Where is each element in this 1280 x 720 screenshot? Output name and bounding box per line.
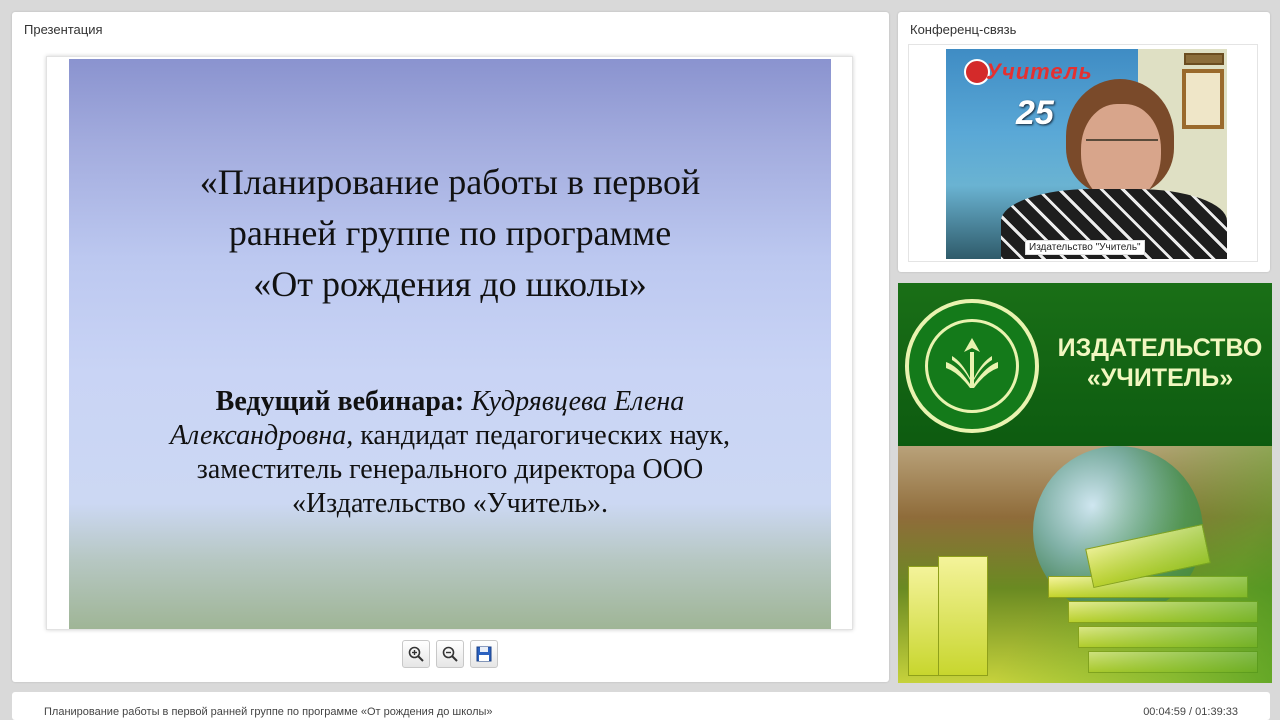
zoom-in-icon [408,646,424,662]
slide-title-line: «Планирование работы в первой [199,162,701,202]
slide-title-line: «От рождения до школы» [253,264,647,304]
banner-image [898,446,1272,683]
save-button[interactable] [470,640,498,668]
floppy-save-icon [476,646,492,662]
publisher-banner: ИЗДАТЕЛЬСТВО «УЧИТЕЛЬ» [898,283,1272,683]
slide-title-line: ранней группе по программе [228,213,672,253]
presentation-panel: Презентация «Планирование работы в перво… [12,12,889,682]
speaker-glasses [1086,139,1158,159]
conference-panel: Конференц-связь Учитель 25 [898,12,1270,272]
publisher-logo-icon [905,299,1039,433]
poster-logo-text: Учитель [986,59,1093,84]
presenter-name: Александровна, [169,420,354,451]
presenter-label: Ведущий вебинара: [215,386,465,417]
zoom-in-button[interactable] [402,640,430,668]
conference-panel-title: Конференц-связь [910,22,1017,37]
presenter-position: заместитель генерального директора ООО [196,454,704,485]
playback-time: 00:04:59 / 01:39:33 [1143,706,1238,718]
slide-presenter-info: Ведущий вебинара: Кудрявцева Елена Алекс… [129,385,771,521]
banner-title: ИЗДАТЕЛЬСТВО «УЧИТЕЛЬ» [1048,333,1272,393]
presenter-title: кандидат педагогических наук, [353,420,731,451]
zoom-out-button[interactable] [436,640,464,668]
banner-line: «УЧИТЕЛЬ» [1086,364,1234,392]
slide: «Планирование работы в первой ранней гру… [69,59,831,629]
poster-number: 25 [1016,94,1054,132]
zoom-out-icon [442,646,458,662]
banner-line: ИЗДАТЕЛЬСТВО [1057,334,1263,362]
wall-frame [1184,53,1224,65]
book-emblem-icon [946,338,998,388]
slide-title: «Планирование работы в первой ранней гру… [69,157,831,310]
presenter-name: Кудрявцева Елена [471,386,685,417]
video-feed[interactable]: Учитель 25 [908,44,1258,262]
webinar-title: Планирование работы в первой ранней груп… [44,706,493,718]
video-caption: Издательство "Учитель" [1025,240,1145,255]
presenter-company: «Издательство «Учитель». [291,488,609,519]
wall-certificate [1182,69,1224,129]
banner-header: ИЗДАТЕЛЬСТВО «УЧИТЕЛЬ» [898,283,1272,446]
video-image: Учитель 25 [946,49,1227,259]
slide-frame: «Планирование работы в первой ранней гру… [46,56,853,630]
footer-bar: Планирование работы в первой ранней груп… [12,692,1270,720]
presentation-panel-title: Презентация [24,22,103,37]
